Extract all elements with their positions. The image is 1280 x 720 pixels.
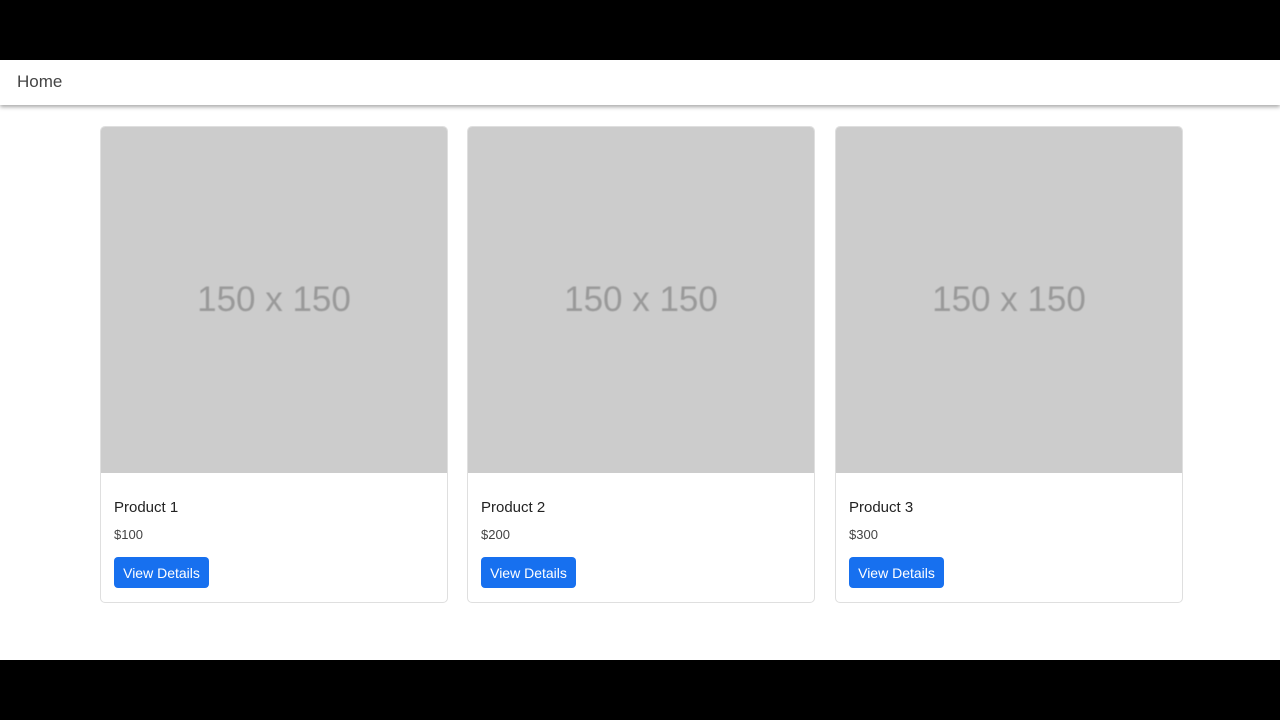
product-price: $200 xyxy=(481,527,510,542)
product-price: $100 xyxy=(114,527,143,542)
product-grid: 150 x 150 Product 1 $100 View Details 15… xyxy=(100,126,1183,603)
navbar: Home xyxy=(0,60,1280,105)
product-price: $300 xyxy=(849,527,878,542)
view-details-button[interactable]: View Details xyxy=(114,557,209,588)
browser-viewport: Home 150 x 150 Product 1 $100 View Detai… xyxy=(0,60,1280,660)
product-image-placeholder: 150 x 150 xyxy=(101,127,447,473)
placeholder-text: 150 x 150 xyxy=(564,280,718,319)
product-card-1: 150 x 150 Product 1 $100 View Details xyxy=(100,126,448,603)
product-title: Product 3 xyxy=(849,499,914,516)
product-title: Product 1 xyxy=(114,499,179,516)
view-details-button[interactable]: View Details xyxy=(481,557,576,588)
product-title: Product 2 xyxy=(481,499,546,516)
product-card-3: 150 x 150 Product 3 $300 View Details xyxy=(835,126,1183,603)
nav-link-home[interactable]: Home xyxy=(17,72,62,92)
placeholder-text: 150 x 150 xyxy=(197,280,351,319)
product-image-placeholder: 150 x 150 xyxy=(836,127,1182,473)
product-image-placeholder: 150 x 150 xyxy=(468,127,814,473)
view-details-button[interactable]: View Details xyxy=(849,557,944,588)
product-card-2: 150 x 150 Product 2 $200 View Details xyxy=(467,126,815,603)
placeholder-text: 150 x 150 xyxy=(932,280,1086,319)
